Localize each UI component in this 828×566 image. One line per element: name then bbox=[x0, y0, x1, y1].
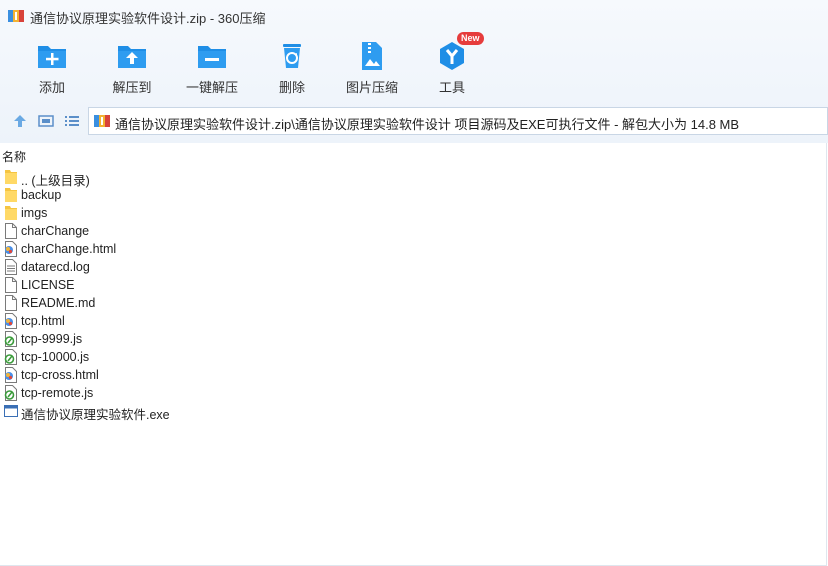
add-button[interactable]: 添加 bbox=[12, 34, 92, 98]
delete-label: 删除 bbox=[278, 80, 305, 95]
extract-to-button[interactable]: 解压到 bbox=[92, 34, 172, 98]
file-name: tcp-remote.js bbox=[21, 386, 94, 400]
up-arrow-icon[interactable] bbox=[12, 113, 28, 129]
one-click-extract-icon bbox=[198, 46, 226, 68]
file-name: LICENSE bbox=[21, 278, 75, 292]
list-item[interactable]: imgs bbox=[0, 204, 300, 222]
list-item[interactable]: .. (上级目录) bbox=[0, 168, 300, 188]
file-name: datarecd.log bbox=[21, 260, 90, 274]
delete-button[interactable]: 删除 bbox=[252, 34, 332, 98]
list-item[interactable]: tcp-cross.html bbox=[0, 366, 300, 384]
list-item[interactable]: tcp-10000.js bbox=[0, 348, 300, 366]
file-name: README.md bbox=[21, 296, 96, 310]
archive-app-icon bbox=[8, 10, 24, 22]
file-name: tcp-9999.js bbox=[21, 332, 83, 346]
folder-icon bbox=[5, 206, 17, 220]
list-item[interactable]: backup bbox=[0, 186, 300, 204]
add-label: 添加 bbox=[38, 80, 65, 95]
list-item[interactable]: tcp-9999.js bbox=[0, 330, 300, 348]
new-badge: New bbox=[457, 32, 484, 45]
file-name: tcp.html bbox=[21, 314, 65, 328]
js-file-icon bbox=[4, 385, 17, 401]
column-name-label: 名称 bbox=[2, 150, 27, 164]
tools-label: 工具 bbox=[438, 80, 465, 95]
blank-file-icon bbox=[5, 223, 17, 239]
app-window: 通信协议原理实验软件设计.zip - 360压缩 添加 解压到 一键解压 删除 … bbox=[0, 0, 828, 566]
thumbnail-view-icon[interactable] bbox=[38, 113, 54, 129]
tools-button[interactable]: New 工具 bbox=[412, 32, 492, 98]
blank-file-icon bbox=[5, 295, 17, 311]
js-file-icon bbox=[4, 349, 17, 365]
extract-to-icon bbox=[118, 46, 146, 68]
file-name: tcp-10000.js bbox=[21, 350, 90, 364]
file-name: imgs bbox=[21, 206, 48, 220]
html-file-icon bbox=[5, 313, 17, 329]
list-item[interactable]: LICENSE bbox=[0, 276, 300, 294]
html-file-icon bbox=[5, 367, 17, 383]
add-folder-icon bbox=[38, 46, 66, 68]
text-file-icon bbox=[5, 259, 17, 275]
folder-icon bbox=[5, 170, 17, 184]
title-bar[interactable]: 通信协议原理实验软件设计.zip - 360压缩 bbox=[0, 0, 828, 32]
image-compress-label: 图片压缩 bbox=[345, 80, 398, 95]
js-file-icon bbox=[4, 331, 17, 347]
exe-file-icon bbox=[4, 405, 18, 417]
file-name: tcp-cross.html bbox=[21, 368, 99, 382]
image-compress-button[interactable]: 图片压缩 bbox=[332, 34, 412, 98]
toolbar: 添加 解压到 一键解压 删除 图片压缩 New 工具 bbox=[0, 32, 828, 98]
list-item[interactable]: README.md bbox=[0, 294, 300, 312]
file-name: backup bbox=[21, 188, 62, 202]
one-click-extract-label: 一键解压 bbox=[185, 80, 238, 95]
column-header-name[interactable]: 名称 bbox=[0, 146, 828, 166]
window-title: 通信协议原理实验软件设计.zip - 360压缩 bbox=[30, 11, 266, 26]
list-item[interactable]: charChange bbox=[0, 222, 300, 240]
archive-icon bbox=[94, 115, 110, 127]
list-view-icon[interactable] bbox=[64, 113, 80, 129]
one-click-extract-button[interactable]: 一键解压 bbox=[172, 34, 252, 98]
html-file-icon bbox=[5, 241, 17, 257]
file-name: charChange bbox=[21, 224, 90, 238]
list-item[interactable]: tcp.html bbox=[0, 312, 300, 330]
file-name: charChange.html bbox=[21, 242, 117, 256]
folder-icon bbox=[5, 188, 17, 202]
navigation-bar: 通信协议原理实验软件设计.zip\通信协议原理实验软件设计 项目源码及EXE可执… bbox=[0, 104, 828, 138]
list-item[interactable]: datarecd.log bbox=[0, 258, 300, 276]
list-item[interactable]: 通信协议原理实验软件.exe bbox=[0, 402, 300, 422]
file-name: 通信协议原理实验软件.exe bbox=[21, 408, 170, 422]
recycle-bin-icon bbox=[283, 44, 301, 68]
address-path: 通信协议原理实验软件设计.zip\通信协议原理实验软件设计 项目源码及EXE可执… bbox=[115, 117, 740, 132]
list-item[interactable]: tcp-remote.js bbox=[0, 384, 300, 402]
file-list: .. (上级目录) backup imgs charChange charCha… bbox=[0, 168, 828, 422]
list-item[interactable]: charChange.html bbox=[0, 240, 300, 258]
blank-file-icon bbox=[5, 277, 17, 293]
address-bar[interactable]: 通信协议原理实验软件设计.zip\通信协议原理实验软件设计 项目源码及EXE可执… bbox=[88, 107, 828, 135]
image-compress-icon bbox=[362, 42, 382, 70]
extract-to-label: 解压到 bbox=[112, 80, 152, 95]
